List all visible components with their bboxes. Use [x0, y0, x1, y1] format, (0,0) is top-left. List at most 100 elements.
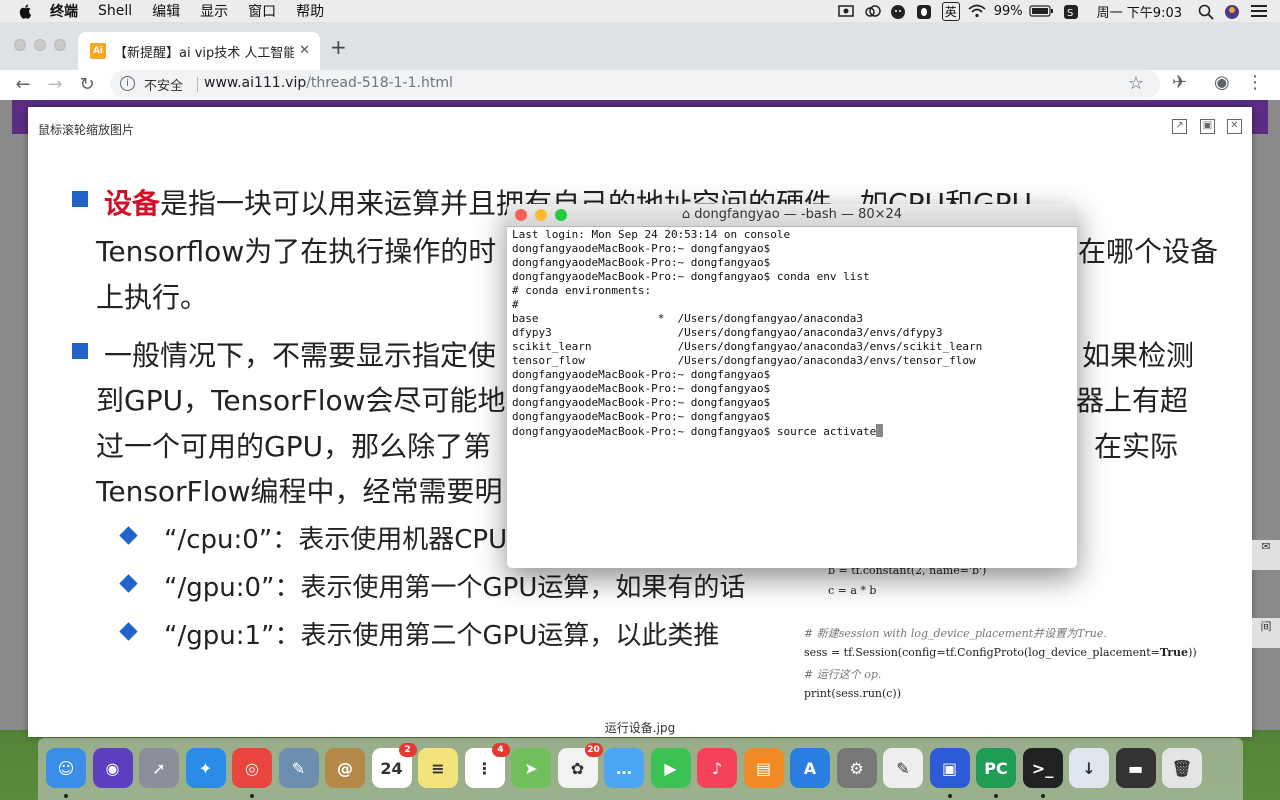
input-method-indicator[interactable]: 英 — [941, 1, 960, 21]
code-line: sess = tf.Session(config=tf.ConfigProto(… — [804, 646, 1197, 659]
fit-window-icon[interactable]: ▣ — [1200, 119, 1215, 134]
wechat-icon[interactable] — [890, 4, 908, 19]
slide-para2-line3a: 过一个可用的GPU，那么除了第 — [96, 430, 492, 463]
terminal-line: dongfangyaodeMacBook-Pro:~ dongfangyao$ — [512, 396, 771, 409]
window-zoom-button[interactable] — [54, 39, 66, 51]
security-status-label[interactable]: 不安全 — [144, 75, 183, 94]
qq-icon[interactable] — [916, 4, 934, 19]
slide-para1-line2b: 在哪个设备 — [1078, 235, 1219, 268]
tab-close-icon[interactable]: ✕ — [299, 43, 310, 58]
terminal-line: dongfangyaodeMacBook-Pro:~ dongfangyao$ — [512, 256, 771, 269]
books-icon[interactable]: ▤ — [743, 748, 784, 788]
notification-center-icon[interactable] — [1250, 4, 1268, 18]
terminal-titlebar[interactable]: ⌂ dongfangyao — -bash — 80×24 — [507, 204, 1077, 227]
side-share-tab[interactable]: ✉ — [1252, 540, 1280, 570]
extension-plane-icon[interactable]: ✈ — [1172, 72, 1187, 93]
code-line: c = a * b — [828, 584, 877, 597]
bullet-square-icon — [72, 191, 88, 207]
textedit-icon[interactable]: ✎ — [883, 748, 923, 788]
photos-icon[interactable]: ✿ 20 — [557, 743, 603, 788]
open-original-icon[interactable]: ↗ — [1172, 119, 1187, 134]
terminal-line: dongfangyaodeMacBook-Pro:~ dongfangyao$ — [512, 382, 771, 395]
pycharm-icon[interactable]: PC — [976, 748, 1016, 788]
launchpad-icon[interactable]: ➚ — [139, 748, 179, 788]
terminal-output[interactable]: Last login: Mon Sep 24 20:53:14 on conso… — [512, 228, 982, 439]
chrome-icon[interactable]: ◎ — [232, 748, 272, 788]
menu-help[interactable]: 帮助 — [296, 1, 324, 21]
svg-text:S: S — [1067, 8, 1073, 19]
spotlight-search-icon[interactable] — [1198, 4, 1216, 20]
browser-tab[interactable]: Ai 【新提醒】ai vip技术 人工智能 ... ✕ — [78, 32, 320, 70]
terminal-icon[interactable]: >_ — [1022, 748, 1063, 788]
terminal-window-thumbnail-icon[interactable]: ▬ — [1115, 748, 1156, 788]
window-minimize-button[interactable] — [34, 39, 46, 51]
menu-shell[interactable]: Shell — [98, 3, 132, 19]
site-favicon-icon: Ai — [90, 43, 106, 59]
back-arrow-icon[interactable]: ← — [12, 74, 34, 95]
menu-view[interactable]: 显示 — [200, 1, 228, 21]
running-indicator — [994, 794, 998, 798]
battery-percentage: 99% — [993, 3, 1023, 19]
contacts-icon[interactable]: @ — [325, 748, 365, 788]
screen-recorder-icon[interactable]: ▣ — [929, 748, 970, 788]
notes-icon[interactable]: ≡ — [418, 748, 458, 788]
terminal-line: dfypy3 /Users/dongfangyao/anaconda3/envs… — [512, 326, 943, 339]
terminal-line: Last login: Mon Sep 24 20:53:14 on conso… — [512, 228, 791, 241]
terminal-line: dongfangyaodeMacBook-Pro:~ dongfangyao$ — [512, 410, 771, 423]
apple-menu-icon[interactable] — [18, 3, 34, 19]
menu-window[interactable]: 窗口 — [248, 1, 276, 21]
bookmark-star-icon[interactable]: ☆ — [1128, 73, 1144, 94]
forward-arrow-icon[interactable]: → — [44, 74, 66, 95]
url-text[interactable]: www.ai111.vip/thread-518-1-1.html — [204, 75, 453, 91]
menu-terminal[interactable]: 终端 — [50, 1, 78, 21]
preview-icon[interactable]: ✎ — [278, 748, 319, 788]
screen-record-icon[interactable] — [838, 4, 856, 18]
running-indicator — [947, 794, 952, 798]
bullet-diamond-icon — [119, 622, 138, 641]
music-icon[interactable]: ♪ — [697, 748, 737, 788]
notification-badge: 20 — [584, 743, 603, 757]
messages-icon[interactable]: … — [604, 748, 644, 788]
text-cursor — [876, 424, 884, 437]
creative-cloud-icon[interactable] — [864, 4, 882, 18]
siri-icon[interactable]: ◉ — [92, 748, 133, 788]
running-indicator — [64, 794, 68, 798]
site-info-icon[interactable]: i — [120, 76, 135, 91]
trash-icon[interactable]: 🗑 — [1162, 748, 1202, 788]
profile-account-icon[interactable]: ◉ — [1214, 72, 1230, 93]
browser-menu-icon[interactable]: ⋮ — [1246, 72, 1264, 93]
menu-edit[interactable]: 编辑 — [152, 1, 180, 21]
side-tab-jian[interactable]: 间 — [1252, 618, 1280, 648]
safari-icon[interactable]: ✦ — [185, 748, 226, 788]
code-line: print(sess.run(c)) — [804, 687, 902, 700]
clock[interactable]: 周一 下午9:03 — [1097, 2, 1182, 21]
slide-para2-line2b: 器上有超 — [1076, 384, 1189, 417]
terminal-line: scikit_learn /Users/dongfangyao/anaconda… — [512, 340, 983, 353]
downloads-icon[interactable]: ↓ — [1069, 748, 1109, 788]
address-bar[interactable]: i 不安全 www.ai111.vip/thread-518-1-1.html … — [110, 70, 1160, 98]
system-preferences-icon[interactable]: ⚙ — [836, 748, 877, 788]
terminal-line: base * /Users/dongfangyao/anaconda3 — [512, 312, 863, 325]
image-filename-caption: 运行设备.jpg — [604, 721, 676, 735]
facetime-icon[interactable]: ▶ — [650, 748, 691, 788]
code-snippet: b = tf.constant(2, name='b') c = a * b #… — [798, 560, 1238, 710]
bullet-diamond-icon — [119, 526, 138, 545]
terminal-prompt-line[interactable]: dongfangyaodeMacBook-Pro:~ dongfangyao$ … — [512, 424, 982, 439]
calendar-icon[interactable]: 24 2 — [371, 743, 417, 788]
user-avatar-icon[interactable] — [1224, 4, 1242, 19]
appstore-icon[interactable]: A — [790, 748, 830, 788]
wifi-icon[interactable] — [968, 4, 986, 18]
finder-icon[interactable]: ☺ — [46, 748, 86, 788]
terminal-window[interactable]: ⌂ dongfangyao — -bash — 80×24 Last login… — [507, 204, 1077, 568]
battery-icon[interactable] — [1029, 4, 1055, 18]
running-indicator — [1040, 794, 1045, 798]
sogou-input-icon[interactable]: S — [1063, 4, 1081, 19]
window-close-button[interactable] — [14, 39, 26, 51]
reload-icon[interactable]: ↻ — [76, 74, 98, 95]
slide-sub-item-cpu0: “/cpu:0”：表示使用机器CPU — [164, 525, 508, 555]
maps-icon[interactable]: ➤ — [511, 748, 551, 788]
viewer-close-icon[interactable]: ✕ — [1227, 119, 1242, 134]
new-tab-button[interactable]: + — [330, 35, 347, 59]
terminal-line: # — [512, 298, 519, 311]
reminders-icon[interactable]: ⋮ 4 — [464, 743, 510, 788]
